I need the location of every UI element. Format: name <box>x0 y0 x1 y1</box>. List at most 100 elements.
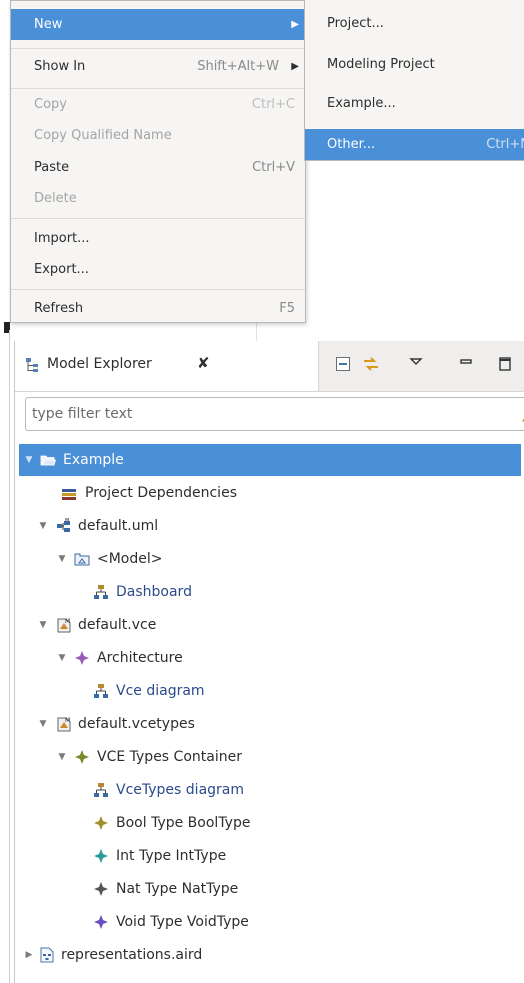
menu-item-copy[interactable]: Copy Ctrl+C <box>11 89 305 120</box>
menu-item-accel: Shift+Alt+W <box>197 59 279 74</box>
model-file-icon: M <box>57 717 71 732</box>
tree-row-default-vcetypes[interactable]: ▼ M default.vcetypes <box>19 708 521 740</box>
tree-row-label: Project Dependencies <box>85 485 237 501</box>
menu-item-label: New <box>34 17 63 32</box>
model-file-icon: M <box>57 618 71 633</box>
tree-row-default-vce[interactable]: ▼ M default.vce <box>19 609 521 641</box>
element-icon <box>94 882 108 896</box>
tree-row-vcetypes-diagram[interactable]: VceTypes diagram <box>19 774 521 806</box>
open-project-icon <box>40 455 56 466</box>
model-explorer-icon <box>26 358 38 372</box>
close-tab-icon[interactable]: ✘ <box>197 354 210 372</box>
menu-separator <box>11 48 305 49</box>
filter-input[interactable] <box>32 404 512 424</box>
menu-item-label: Show In <box>34 59 86 74</box>
tree-row-project-dependencies[interactable]: Project Dependencies <box>19 477 521 509</box>
menu-separator <box>11 218 305 219</box>
package-icon <box>74 553 90 566</box>
element-icon <box>94 849 108 863</box>
menu-item-refresh[interactable]: Refresh F5 <box>11 293 305 324</box>
element-icon <box>75 651 89 665</box>
tree-row-label: Example <box>63 452 124 468</box>
menu-item-label: Other... <box>327 137 376 152</box>
tab-model-explorer[interactable]: Model Explorer ✘ <box>15 341 319 391</box>
clear-filter-icon[interactable] <box>519 404 524 424</box>
tree-row-dashboard[interactable]: Dashboard <box>19 576 521 608</box>
maximize-icon[interactable] <box>496 355 514 373</box>
filter-field[interactable] <box>25 397 524 431</box>
element-icon <box>94 816 108 830</box>
menu-item-show-in[interactable]: Show In Shift+Alt+W ▶ <box>11 51 305 82</box>
expanded-twisty-icon[interactable]: ▼ <box>56 642 68 674</box>
uml-model-icon: M <box>57 518 70 532</box>
menu-item-delete[interactable]: Delete <box>11 183 305 214</box>
submenu-item-modeling-project[interactable]: Modeling Project <box>305 49 524 80</box>
submenu-arrow-icon: ▶ <box>291 61 299 72</box>
tree-row-label: Dashboard <box>116 584 192 600</box>
submenu-arrow-icon: ▶ <box>291 19 299 30</box>
view-tab-bar: Model Explorer ✘ <box>15 341 524 392</box>
tree-row-vce-types-container[interactable]: ▼ VCE Types Container <box>19 741 521 773</box>
tree-row-void-type[interactable]: Void Type VoidType <box>19 906 521 938</box>
collapsed-twisty-icon[interactable]: ▶ <box>23 939 35 971</box>
tree-row-label: Nat Type NatType <box>116 881 239 897</box>
submenu-item-other[interactable]: Other... Ctrl+N <box>305 129 524 160</box>
diagram-icon <box>94 684 108 698</box>
tree-row-model[interactable]: ▼ <Model> <box>19 543 521 575</box>
tree-row-label: default.vce <box>78 617 157 633</box>
library-icon <box>62 489 76 500</box>
tree-row-label: Int Type IntType <box>116 848 227 864</box>
svg-text:M: M <box>65 618 70 625</box>
menu-item-export[interactable]: Export... <box>11 254 305 285</box>
diagram-icon <box>94 585 108 599</box>
tree-row-label: Bool Type BoolType <box>116 815 251 831</box>
model-explorer-view: Model Explorer ✘ ▼ <box>14 341 524 983</box>
tree-row-default-uml[interactable]: ▼ M default.uml <box>19 510 521 542</box>
view-menu-icon[interactable] <box>407 353 425 371</box>
tree-row-label: default.vcetypes <box>78 716 195 732</box>
tree-row-label: representations.aird <box>61 947 203 963</box>
menu-item-label: Project... <box>327 16 384 31</box>
menu-item-copy-qualified-name[interactable]: Copy Qualified Name <box>11 120 305 151</box>
link-with-editor-icon[interactable] <box>362 355 380 373</box>
tree-row-nat-type[interactable]: Nat Type NatType <box>19 873 521 905</box>
submenu-item-example[interactable]: Example... <box>305 88 524 119</box>
tree-row-bool-type[interactable]: Bool Type BoolType <box>19 807 521 839</box>
svg-text:M: M <box>65 717 70 724</box>
expanded-twisty-icon[interactable]: ▼ <box>37 609 49 641</box>
tree-row-label: Architecture <box>97 650 183 666</box>
svg-text:M: M <box>65 518 69 524</box>
tree-row-vce-diagram[interactable]: Vce diagram <box>19 675 521 707</box>
menu-item-label: Refresh <box>34 301 84 316</box>
tree-row-example[interactable]: ▼ Example <box>19 444 521 476</box>
menu-item-new[interactable]: New ▶ <box>11 9 305 40</box>
expanded-twisty-icon[interactable]: ▼ <box>56 741 68 773</box>
background-divider <box>256 323 257 341</box>
menu-item-import[interactable]: Import... <box>11 223 305 254</box>
tree-row-architecture[interactable]: ▼ Architecture <box>19 642 521 674</box>
diagram-icon <box>94 783 108 797</box>
element-icon <box>75 750 89 764</box>
menu-item-label: Export... <box>34 262 89 277</box>
minimize-icon[interactable] <box>457 353 475 371</box>
menu-item-label: Copy <box>34 97 67 112</box>
menu-item-label: Paste <box>34 160 70 175</box>
tree-row-label: Vce diagram <box>116 683 205 699</box>
menu-item-label: Import... <box>34 231 90 246</box>
menu-item-paste[interactable]: Paste Ctrl+V <box>11 152 305 183</box>
collapse-all-icon[interactable] <box>334 355 352 373</box>
aird-file-icon <box>40 947 54 963</box>
menu-item-label: Copy Qualified Name <box>34 128 172 143</box>
menu-item-label: Delete <box>34 191 77 206</box>
menu-separator <box>11 289 305 290</box>
tree-row-int-type[interactable]: Int Type IntType <box>19 840 521 872</box>
submenu-item-project[interactable]: Project... <box>305 8 524 39</box>
expanded-twisty-icon[interactable]: ▼ <box>56 543 68 575</box>
editor-border <box>9 330 10 983</box>
tree-row-label: VCE Types Container <box>97 749 242 765</box>
expanded-twisty-icon[interactable]: ▼ <box>37 708 49 740</box>
tree-row-representations-aird[interactable]: ▶ representations.aird <box>19 939 521 971</box>
expanded-twisty-icon[interactable]: ▼ <box>23 444 35 476</box>
tree-row-label: VceTypes diagram <box>116 782 245 798</box>
expanded-twisty-icon[interactable]: ▼ <box>37 510 49 542</box>
